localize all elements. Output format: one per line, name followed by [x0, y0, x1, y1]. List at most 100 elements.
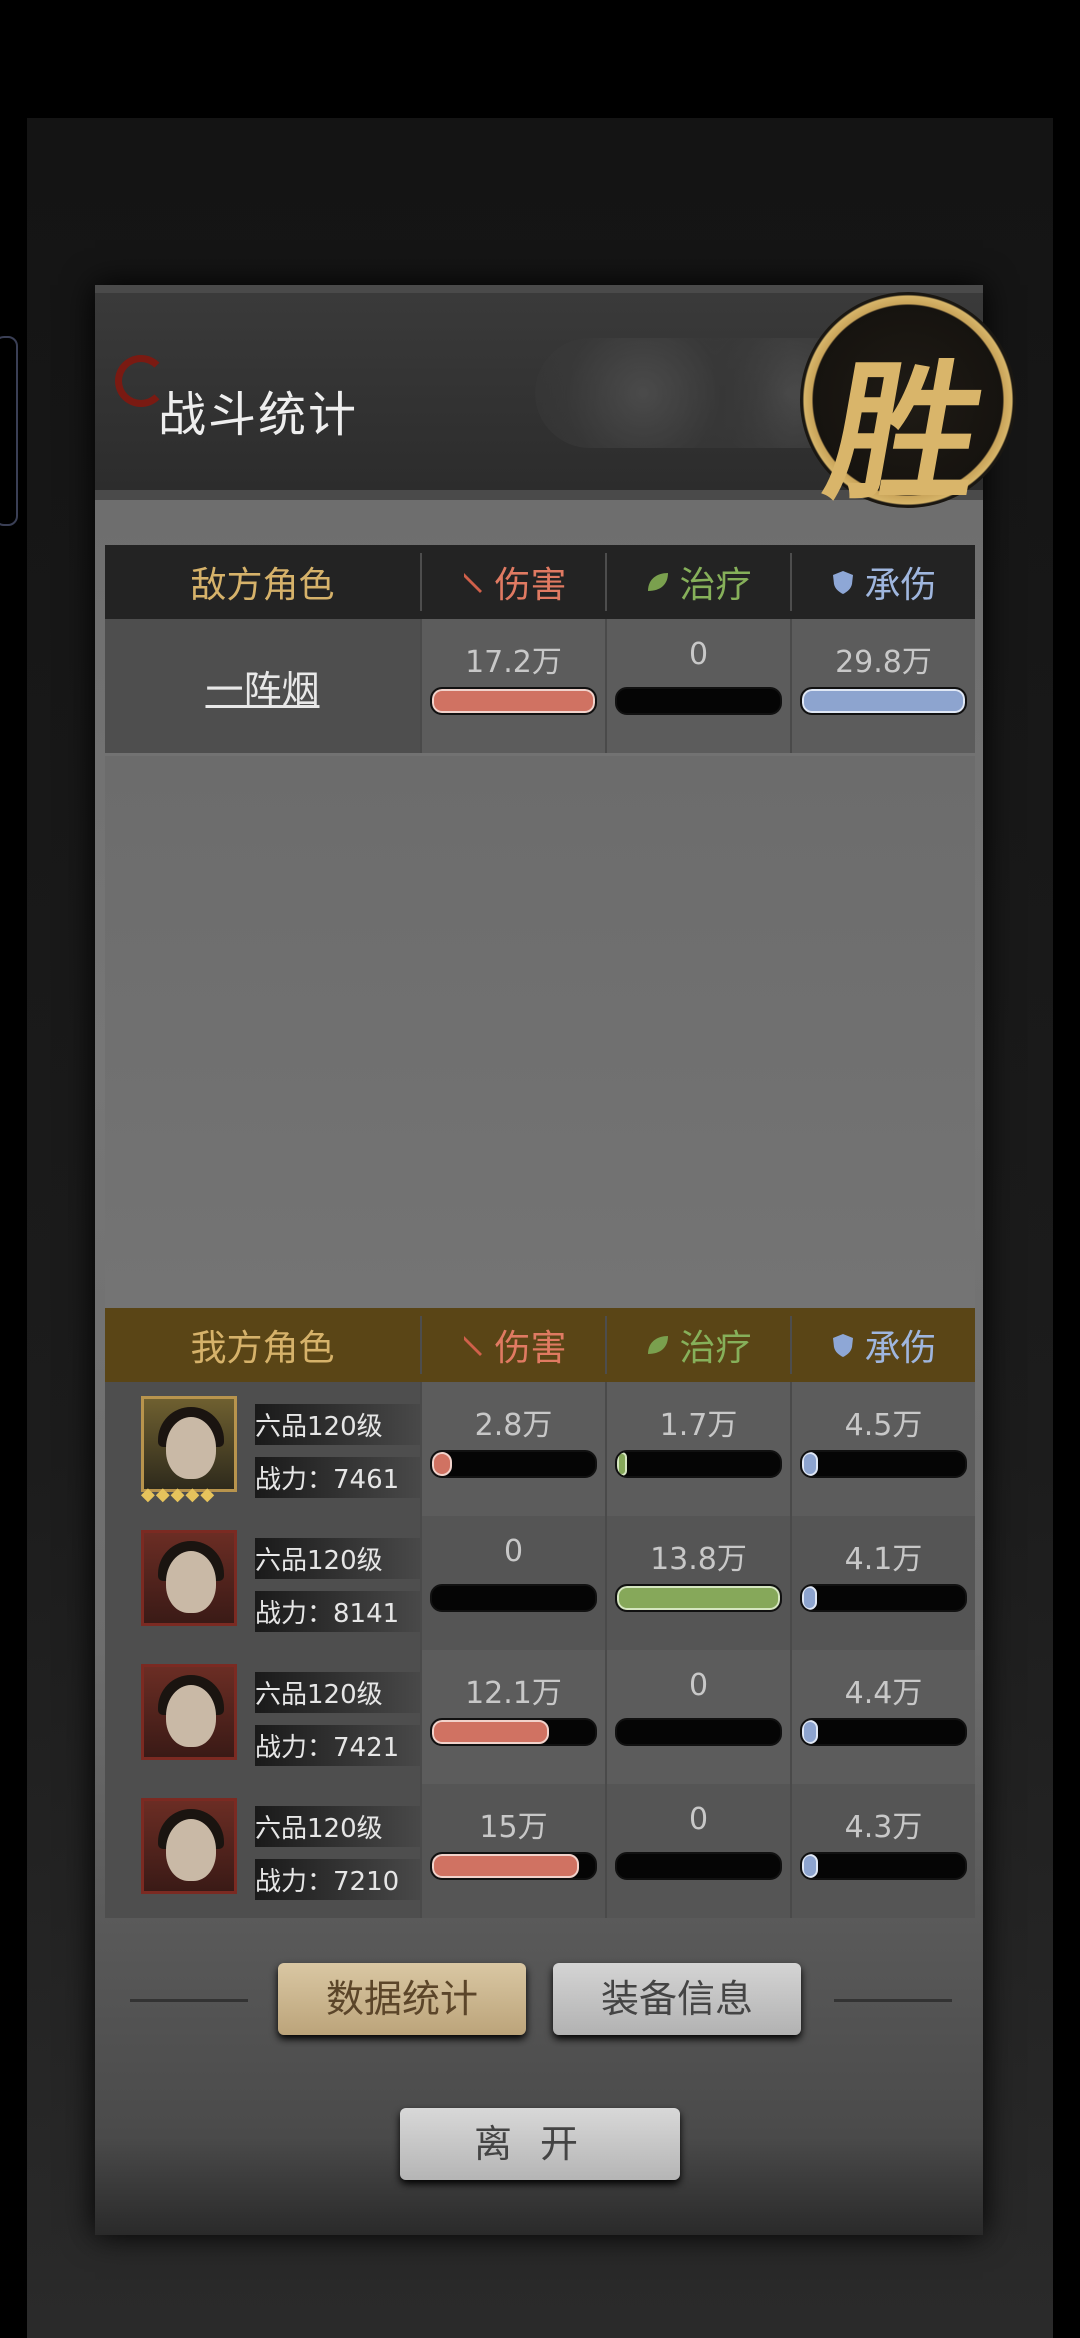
damage-label: 伤害 [494, 1328, 567, 1369]
heal-value: 0 [688, 1802, 709, 1837]
ally-header: 我方角色 伤害 治疗 承伤 [105, 1308, 975, 1382]
power-label: 战力： [255, 1465, 334, 1495]
damage-cell: 12.1万 [420, 1650, 605, 1784]
power-label: 战力： [255, 1733, 334, 1763]
ally-rows: ◆◆◆◆◆ 六品120级 战力：7461 2.8万 1.7万 4.5万 六品12… [105, 1382, 975, 1918]
power-label: 战力： [255, 1599, 334, 1629]
power-value: 8141 [333, 1599, 400, 1629]
sword-icon [464, 573, 483, 593]
ally-info-cell: ◆◆◆◆◆ 六品120级 战力：7461 [105, 1382, 440, 1516]
heal-cell: 13.8万 [605, 1516, 790, 1650]
heal-label: 治疗 [679, 565, 752, 606]
tank-bar-fill [802, 1854, 819, 1878]
heal-value: 1.7万 [659, 1408, 738, 1443]
heal-cell: 0 [605, 1650, 790, 1784]
enemy-empty-area [105, 756, 975, 1308]
damage-cell: 15万 [420, 1784, 605, 1918]
heal-value: 0 [688, 637, 709, 672]
tank-bar-fill [802, 1452, 819, 1476]
ally-info-cell: 六品120级 战力：8141 [105, 1516, 440, 1650]
damage-value: 0 [503, 1534, 524, 1569]
tank-bar-fill [802, 1586, 817, 1610]
enemy-header: 敌方角色 伤害 治疗 承伤 [105, 545, 975, 619]
ally-row[interactable]: 六品120级 战力：7421 12.1万 0 4.4万 [105, 1650, 975, 1784]
enemy-header-label: 敌方角色 [190, 565, 335, 606]
ally-power: 战力：7421 [255, 1725, 440, 1766]
avatar-face [166, 1417, 216, 1479]
tank-label: 承伤 [864, 565, 937, 606]
damage-bar [430, 1852, 597, 1880]
damage-cell: 2.8万 [420, 1382, 605, 1516]
damage-bar [430, 1450, 597, 1478]
tank-bar [800, 1450, 967, 1478]
heal-cell: 1.7万 [605, 1382, 790, 1516]
power-value: 7421 [333, 1733, 400, 1763]
avatar[interactable] [141, 1396, 237, 1492]
avatar[interactable] [141, 1664, 237, 1760]
ally-header-label: 我方角色 [190, 1328, 335, 1369]
damage-bar-fill [432, 1854, 579, 1878]
tank-cell: 29.8万 [790, 619, 975, 753]
tank-bar-fill [802, 1720, 819, 1744]
tank-value: 4.3万 [844, 1810, 923, 1845]
avatar[interactable] [141, 1798, 237, 1894]
heal-bar-fill [617, 1586, 780, 1610]
heal-bar [615, 687, 782, 715]
data-stats-button[interactable]: 数据统计 [278, 1963, 526, 2035]
leave-button[interactable]: 离开 [400, 2108, 680, 2180]
equipment-info-button[interactable]: 装备信息 [553, 1963, 801, 2035]
tank-label: 承伤 [864, 1328, 937, 1369]
ally-info: 六品120级 战力：8141 [255, 1538, 440, 1644]
victory-badge: 胜 [800, 292, 1016, 521]
damage-value: 12.1万 [465, 1676, 562, 1711]
damage-bar-fill [432, 1452, 452, 1476]
ally-info-cell: 六品120级 战力：7210 [105, 1784, 440, 1918]
power-label: 战力： [255, 1867, 334, 1897]
ally-level: 六品120级 [255, 1404, 440, 1445]
heal-column-header: 治疗 [605, 553, 790, 611]
enemy-name-cell: 一阵烟 [105, 619, 420, 753]
heal-cell: 0 [605, 1784, 790, 1918]
divider-left [130, 1999, 248, 2002]
ally-info: 六品120级 战力：7210 [255, 1806, 440, 1912]
shield-icon [833, 1334, 854, 1357]
ally-power: 战力：7461 [255, 1457, 440, 1498]
ally-level: 六品120级 [255, 1672, 440, 1713]
ally-power: 战力：7210 [255, 1859, 440, 1900]
ally-info: 六品120级 战力：7421 [255, 1672, 440, 1778]
damage-bar-fill [432, 689, 595, 713]
tank-bar-fill [802, 689, 965, 713]
ally-row[interactable]: 六品120级 战力：8141 0 13.8万 4.1万 [105, 1516, 975, 1650]
damage-value: 2.8万 [474, 1408, 553, 1443]
tank-value: 29.8万 [835, 645, 932, 680]
avatar[interactable] [141, 1530, 237, 1626]
heal-bar [615, 1584, 782, 1612]
ally-row[interactable]: ◆◆◆◆◆ 六品120级 战力：7461 2.8万 1.7万 4.5万 [105, 1382, 975, 1516]
enemy-table: 敌方角色 伤害 治疗 承伤 一阵烟 17.2万 0 29.8万 [105, 545, 975, 753]
heal-bar [615, 1718, 782, 1746]
ally-power: 战力：8141 [255, 1591, 440, 1632]
heal-value: 13.8万 [650, 1542, 747, 1577]
damage-column-header: 伤害 [420, 553, 605, 611]
tank-column-header: 承伤 [790, 1316, 975, 1374]
tank-cell: 4.5万 [790, 1382, 975, 1516]
power-value: 7461 [333, 1465, 400, 1495]
heal-value: 0 [688, 1668, 709, 1703]
enemy-row[interactable]: 一阵烟 17.2万 0 29.8万 [105, 619, 975, 753]
damage-value: 15万 [479, 1810, 548, 1845]
enemy-name[interactable]: 一阵烟 [105, 659, 420, 714]
tank-bar [800, 687, 967, 715]
avatar-face [166, 1685, 216, 1747]
ally-row[interactable]: 六品120级 战力：7210 15万 0 4.3万 [105, 1784, 975, 1918]
shield-icon [833, 571, 854, 594]
side-tab[interactable] [0, 336, 18, 526]
damage-label: 伤害 [494, 565, 567, 606]
victory-text: 胜 [815, 345, 997, 521]
damage-column-header: 伤害 [420, 1316, 605, 1374]
tank-value: 4.5万 [844, 1408, 923, 1443]
heal-column-header: 治疗 [605, 1316, 790, 1374]
divider-right [834, 1999, 952, 2002]
heal-bar [615, 1852, 782, 1880]
damage-value: 17.2万 [465, 645, 562, 680]
damage-bar-fill [432, 1720, 550, 1744]
